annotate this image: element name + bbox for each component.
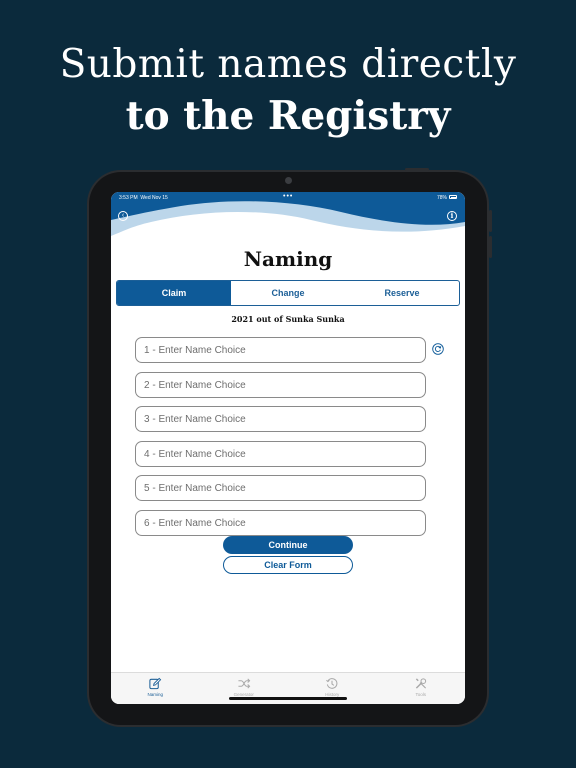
app-screen: 3:53 PM Wed Nov 15 ••• 78% ‹ i Naming Cl…: [111, 192, 465, 704]
name-choice-input-4[interactable]: [136, 442, 425, 466]
tablet-device: 3:53 PM Wed Nov 15 ••• 78% ‹ i Naming Cl…: [87, 168, 492, 727]
name-choice-field-6[interactable]: [135, 510, 426, 536]
battery-percent: 78%: [436, 195, 447, 201]
continue-button[interactable]: Continue: [223, 536, 353, 554]
name-choice-input-1[interactable]: [136, 338, 425, 362]
name-choice-input-6[interactable]: [136, 511, 425, 535]
name-choice-input-5[interactable]: [136, 476, 425, 500]
name-choice-input-2[interactable]: [136, 373, 425, 397]
headline-line-1: Submit names directly: [59, 42, 517, 87]
home-indicator: [229, 697, 347, 700]
headline-line-2: to the Registry: [125, 93, 451, 139]
name-choice-field-5[interactable]: [135, 475, 426, 501]
clear-form-button[interactable]: Clear Form: [223, 556, 353, 574]
battery-icon: [449, 195, 457, 199]
tabbar-item-naming[interactable]: Naming: [111, 673, 200, 704]
edit-icon: [149, 677, 162, 690]
name-choice-input-3[interactable]: [136, 407, 425, 431]
subtitle: 2021 out of Sunka Sunka: [231, 314, 345, 324]
status-time: 3:53 PM Wed Nov 15: [119, 195, 168, 201]
history-icon: [326, 678, 338, 689]
back-arrow-icon[interactable]: ‹: [118, 211, 128, 221]
multitask-dots[interactable]: •••: [283, 193, 293, 200]
tabbar-label-tools: Tools: [415, 692, 426, 697]
page-title: Naming: [243, 247, 333, 271]
name-choice-field-4[interactable]: [135, 441, 426, 467]
info-icon[interactable]: i: [447, 211, 457, 221]
refresh-icon[interactable]: [432, 343, 444, 355]
name-choice-field-1[interactable]: [135, 337, 426, 363]
name-choice-field-3[interactable]: [135, 406, 426, 432]
camera: [285, 177, 292, 184]
status-bar: 3:53 PM Wed Nov 15 ••• 78%: [111, 192, 465, 204]
tab-change[interactable]: Change: [231, 281, 345, 305]
tab-claim[interactable]: Claim: [117, 281, 231, 305]
tabbar-label-naming: Naming: [147, 692, 163, 697]
tools-icon: [415, 678, 426, 689]
tabbar-item-tools[interactable]: Tools: [377, 673, 466, 704]
segmented-control: Claim Change Reserve: [116, 280, 460, 306]
tab-reserve[interactable]: Reserve: [345, 281, 459, 305]
shuffle-icon: [238, 678, 251, 689]
name-choice-field-2[interactable]: [135, 372, 426, 398]
